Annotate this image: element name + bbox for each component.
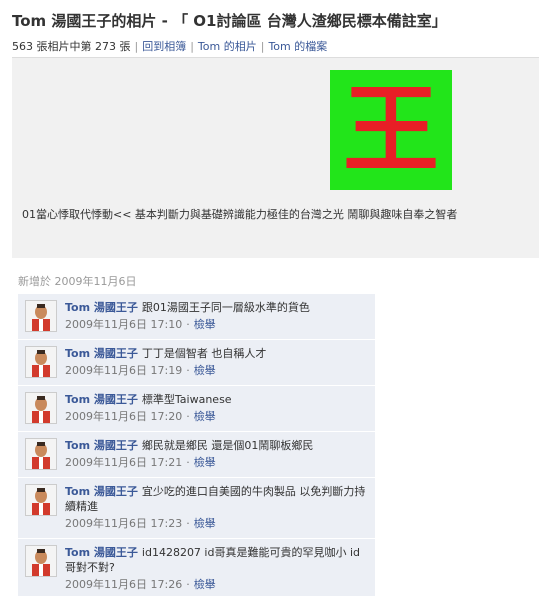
comment-text: 鄉民就是鄉民 還是個01鬧聊板鄉民 <box>141 439 314 452</box>
comment-time: 2009年11月6日 17:19 <box>65 364 183 377</box>
comment-item: Tom 湯國王子 鄉民就是鄉民 還是個01鬧聊板鄉民 2009年11月6日 17:… <box>18 432 375 478</box>
comment-text: 跟01湯國王子同一層級水準的貨色 <box>141 301 310 314</box>
comment-list: Tom 湯國王子 跟01湯國王子同一層級水準的貨色 2009年11月6日 17:1… <box>18 294 375 597</box>
comment-text: 標準型Taiwanese <box>141 393 232 406</box>
separator: · <box>186 578 190 591</box>
back-to-album-link[interactable]: 回到相簿 <box>142 40 186 53</box>
comment-time: 2009年11月6日 17:21 <box>65 456 183 469</box>
comment-item: Tom 湯國王子 宜少吃的進口自美國的牛肉製品 以免判斷力持續精進 2009年11… <box>18 478 375 539</box>
report-link[interactable]: 檢舉 <box>194 410 216 423</box>
photo-image[interactable]: 王 <box>330 70 452 190</box>
report-link[interactable]: 檢舉 <box>194 517 216 530</box>
separator: | <box>260 40 265 53</box>
photo-caption: 01當心悸取代悸動<< 基本判斷力與基礎辨識能力極佳的台灣之光 鬧聊與趣味自奉之… <box>22 208 458 221</box>
page-title: Tom 湯國王子的相片 - 「 O1討論區 台灣人渣鄉民標本備註室」 <box>12 12 447 30</box>
separator: · <box>186 410 190 423</box>
avatar[interactable] <box>25 438 57 470</box>
comment-author-link[interactable]: Tom 湯國王子 <box>65 393 138 406</box>
separator: · <box>186 456 190 469</box>
comment-item: Tom 湯國王子 id1428207 id哥真是難能可貴的罕見咖小 id哥對不對?… <box>18 539 375 597</box>
separator: · <box>186 364 190 377</box>
photo-glyph: 王 <box>343 73 439 186</box>
user-photos-link[interactable]: Tom 的相片 <box>198 40 257 53</box>
photo-count: 563 張相片中第 273 張 <box>12 40 131 53</box>
comment-item: Tom 湯國王子 丁丁是個智者 也自稱人才 2009年11月6日 17:19 · 檢舉 <box>18 340 375 386</box>
avatar[interactable] <box>25 545 57 577</box>
added-date: 新增於 2009年11月6日 <box>18 275 137 288</box>
comment-author-link[interactable]: Tom 湯國王子 <box>65 301 138 314</box>
comment-item: Tom 湯國王子 跟01湯國王子同一層級水準的貨色 2009年11月6日 17:1… <box>18 294 375 340</box>
report-link[interactable]: 檢舉 <box>194 456 216 469</box>
comment-item: Tom 湯國王子 標準型Taiwanese 2009年11月6日 17:20 · 檢舉 <box>18 386 375 432</box>
photo-panel: 王 01當心悸取代悸動<< 基本判斷力與基礎辨識能力極佳的台灣之光 鬧聊與趣味自… <box>12 57 539 258</box>
user-profile-link[interactable]: Tom 的檔案 <box>268 40 327 53</box>
comment-time: 2009年11月6日 17:26 <box>65 578 183 591</box>
photo-subnav: 563 張相片中第 273 張 | 回到相簿 | Tom 的相片 | Tom 的檔案 <box>12 38 327 54</box>
comment-author-link[interactable]: Tom 湯國王子 <box>65 347 138 360</box>
report-link[interactable]: 檢舉 <box>194 578 216 591</box>
report-link[interactable]: 檢舉 <box>194 364 216 377</box>
separator: · <box>186 318 190 331</box>
separator: · <box>186 517 190 530</box>
avatar[interactable] <box>25 300 57 332</box>
comment-author-link[interactable]: Tom 湯國王子 <box>65 485 138 498</box>
separator: | <box>134 40 139 53</box>
comment-author-link[interactable]: Tom 湯國王子 <box>65 439 138 452</box>
comment-author-link[interactable]: Tom 湯國王子 <box>65 546 138 559</box>
comment-time: 2009年11月6日 17:20 <box>65 410 183 423</box>
report-link[interactable]: 檢舉 <box>194 318 216 331</box>
avatar[interactable] <box>25 484 57 516</box>
comment-text: 丁丁是個智者 也自稱人才 <box>141 347 267 360</box>
comment-time: 2009年11月6日 17:10 <box>65 318 183 331</box>
avatar[interactable] <box>25 346 57 378</box>
separator: | <box>190 40 194 53</box>
avatar[interactable] <box>25 392 57 424</box>
comment-time: 2009年11月6日 17:23 <box>65 517 183 530</box>
